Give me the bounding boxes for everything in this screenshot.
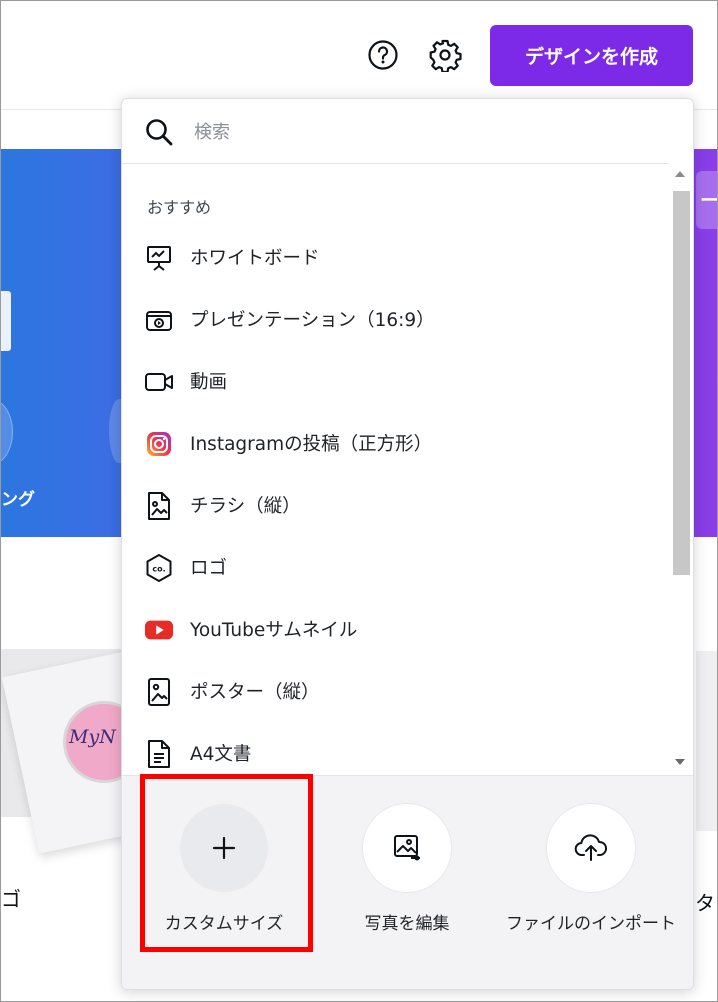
cloud-upload-icon	[574, 834, 607, 861]
question-circle-icon	[368, 40, 398, 70]
template-label: タ	[695, 891, 715, 915]
edit-photo-icon	[394, 835, 420, 861]
list-item-label: ポスター（縦）	[190, 682, 320, 703]
svg-text:co.: co.	[152, 565, 165, 574]
hero-shortcut-label: ング	[1, 490, 35, 510]
recommended-list: おすすめ ホワイトボード プレゼンテーション（16:9） 動画 Instagra…	[122, 163, 693, 775]
youtube-icon	[144, 615, 174, 645]
scroll-down-arrow[interactable]	[675, 759, 685, 765]
import-file-label: ファイルのインポート	[506, 914, 676, 934]
hero-card	[1, 291, 11, 351]
gear-icon	[429, 39, 462, 72]
list-item-label: チラシ（縦）	[190, 496, 301, 517]
list-item-poster[interactable]: ポスター（縦）	[122, 662, 667, 720]
settings-button[interactable]	[425, 35, 465, 75]
list-item-video[interactable]: 動画	[122, 352, 667, 410]
search-icon	[146, 119, 173, 146]
presentation-icon	[144, 305, 174, 335]
template-logo-text: MyN	[69, 726, 116, 748]
poster-icon	[144, 677, 174, 707]
list-item-logo[interactable]: co. ロゴ	[122, 538, 667, 596]
template-label: ゴ	[1, 887, 21, 911]
list-item-label: ホワイトボード	[190, 248, 320, 269]
list-item-label: YouTubeサムネイル	[190, 620, 358, 641]
list-item-label: A4文書	[190, 744, 252, 765]
video-icon	[144, 367, 174, 397]
app-window: デザインを作成 ング ー MyN ゴ タ おすすめ ホワイトボード	[0, 0, 718, 1002]
edit-photo-circle[interactable]	[363, 804, 451, 892]
edit-photo-button[interactable]: 写真を編集	[322, 804, 492, 938]
section-label: おすすめ	[147, 198, 212, 217]
create-design-button[interactable]: デザインを作成	[490, 25, 693, 86]
hero-right-tab[interactable]: ー	[696, 171, 717, 229]
list-item-flyer[interactable]: チラシ（縦）	[122, 476, 667, 534]
list-item-label: ロゴ	[190, 558, 228, 579]
search-input[interactable]	[192, 113, 666, 151]
list-item-label: プレゼンテーション（16:9）	[190, 310, 435, 331]
import-file-circle[interactable]	[547, 804, 635, 892]
whiteboard-icon	[144, 243, 174, 273]
help-button[interactable]	[363, 35, 403, 75]
highlight-box	[140, 774, 313, 952]
document-icon	[144, 739, 174, 769]
list-item-presentation[interactable]: プレゼンテーション（16:9）	[122, 290, 667, 348]
scroll-up-arrow[interactable]	[675, 171, 685, 177]
top-bar: デザインを作成	[1, 1, 717, 110]
edit-photo-label: 写真を編集	[364, 914, 450, 934]
list-item-instagram-post[interactable]: Instagramの投稿（正方形）	[122, 414, 667, 472]
template-thumbnail[interactable]	[696, 651, 717, 831]
list-item-label: Instagramの投稿（正方形）	[190, 434, 433, 455]
flyer-icon	[144, 491, 174, 521]
scrollbar-thumb[interactable]	[673, 191, 690, 575]
list-item-youtube-thumbnail[interactable]: YouTubeサムネイル	[122, 600, 667, 658]
search-bar	[122, 99, 693, 164]
logo-icon: co.	[144, 553, 174, 583]
import-file-button[interactable]: ファイルのインポート	[506, 804, 676, 938]
instagram-icon	[144, 429, 174, 459]
list-item-label: 動画	[190, 372, 228, 393]
list-item-whiteboard[interactable]: ホワイトボード	[122, 228, 667, 286]
